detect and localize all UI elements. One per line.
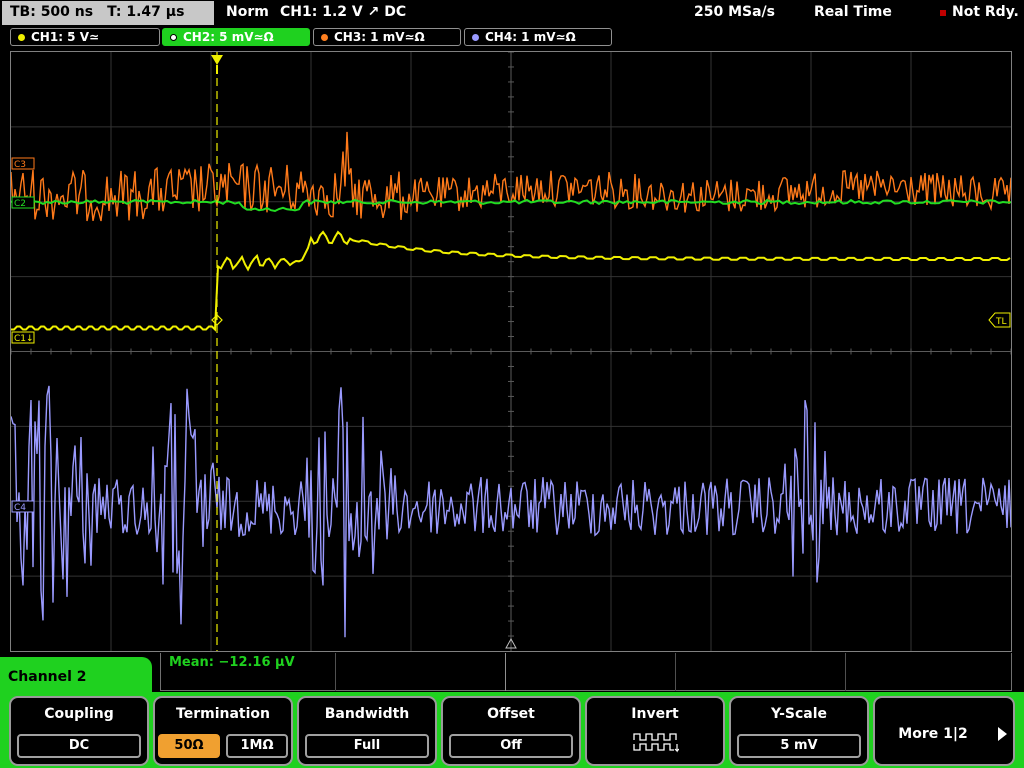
svg-text:C3: C3 <box>14 160 26 170</box>
waveform-svg: C3 C2 C1↓ C4 TL <box>11 52 1011 651</box>
svg-text:C2: C2 <box>14 199 26 209</box>
yscale-softkey[interactable]: Y-Scale 5 mV <box>729 696 869 766</box>
channel-2-label: CH2: 5 mV≃Ω <box>183 30 274 44</box>
tab-channel-2[interactable]: CH2: 5 mV≃Ω <box>162 28 310 46</box>
channel-2-dot-icon <box>170 34 177 41</box>
channel-1-label: CH1: 5 V≃ <box>31 30 100 44</box>
channel-4-label: CH4: 1 mV≃Ω <box>485 30 576 44</box>
offset-softkey[interactable]: Offset Off <box>441 696 581 766</box>
termination-1mohm-button[interactable]: 1MΩ <box>226 734 288 758</box>
coupling-softkey[interactable]: Coupling DC <box>9 696 149 766</box>
menu-title: Channel 2 <box>0 657 152 697</box>
invert-softkey[interactable]: Invert <box>585 696 725 766</box>
tab-channel-3[interactable]: CH3: 1 mV≃Ω <box>313 28 461 46</box>
waveform-display[interactable]: C3 C2 C1↓ C4 TL <box>10 51 1012 652</box>
channel-1-dot-icon <box>18 34 25 41</box>
channel-tabs: CH1: 5 V≃ CH2: 5 mV≃Ω CH3: 1 mV≃Ω CH4: 1… <box>0 26 1024 48</box>
coupling-value[interactable]: DC <box>17 734 141 758</box>
offset-title: Offset <box>487 706 535 722</box>
bandwidth-title: Bandwidth <box>324 706 410 722</box>
ready-status-label: Not Rdy. <box>952 4 1019 20</box>
acquisition-mode-label[interactable]: Real Time <box>814 4 892 20</box>
graticule <box>11 52 1011 651</box>
trigger-info-label[interactable]: CH1: 1.2 V ↗ DC <box>280 4 406 20</box>
softkey-bar: Coupling DC Termination 50Ω 1MΩ Bandwidt… <box>0 692 1024 768</box>
bandwidth-value[interactable]: Full <box>305 734 429 758</box>
invert-waveform-icon <box>633 733 679 753</box>
trigger-mode-label[interactable]: Norm <box>226 4 269 20</box>
channel-4-dot-icon <box>472 34 479 41</box>
timebase-box[interactable]: TB: 500 ns T: 1.47 µs <box>2 1 214 25</box>
status-bar: TB: 500 ns T: 1.47 µs Norm CH1: 1.2 V ↗ D… <box>0 0 1024 26</box>
trigger-time-label: T: 1.47 µs <box>107 4 185 20</box>
invert-title: Invert <box>631 706 679 722</box>
trigger-position-marker-icon[interactable] <box>211 55 223 65</box>
yscale-title: Y-Scale <box>770 706 827 722</box>
termination-title: Termination <box>176 706 270 722</box>
tab-channel-4[interactable]: CH4: 1 mV≃Ω <box>464 28 612 46</box>
channel-2-marker[interactable]: C2 <box>11 196 35 209</box>
channel-4-marker[interactable]: C4 <box>11 500 35 513</box>
more-label: More 1|2 <box>898 726 968 742</box>
offset-value[interactable]: Off <box>449 734 573 758</box>
channel-1-marker[interactable]: C1↓ <box>11 331 35 344</box>
termination-50ohm-button[interactable]: 50Ω <box>158 734 220 758</box>
more-softkey[interactable]: More 1|2 <box>873 696 1015 766</box>
yscale-value[interactable]: 5 mV <box>737 734 861 758</box>
bandwidth-softkey[interactable]: Bandwidth Full <box>297 696 437 766</box>
tab-channel-1[interactable]: CH1: 5 V≃ <box>10 28 160 46</box>
channel-3-marker[interactable]: C3 <box>11 157 35 170</box>
timebase-label: TB: 500 ns <box>10 4 94 20</box>
channel-3-dot-icon <box>321 34 328 41</box>
svg-text:C1↓: C1↓ <box>14 334 34 344</box>
svg-text:C4: C4 <box>14 503 26 513</box>
channel-3-label: CH3: 1 mV≃Ω <box>334 30 425 44</box>
termination-softkey[interactable]: Termination 50Ω 1MΩ <box>153 696 293 766</box>
trigger-level-marker[interactable]: TL <box>988 312 1011 328</box>
svg-text:TL: TL <box>995 317 1007 327</box>
sample-rate-label: 250 MSa/s <box>694 4 776 20</box>
coupling-title: Coupling <box>44 706 114 722</box>
next-page-arrow-icon <box>998 727 1007 741</box>
ready-indicator-icon <box>940 10 946 16</box>
mean-measurement: Mean: −12.16 µV <box>169 655 295 670</box>
measurement-bar: Mean: −12.16 µV <box>160 653 1012 691</box>
